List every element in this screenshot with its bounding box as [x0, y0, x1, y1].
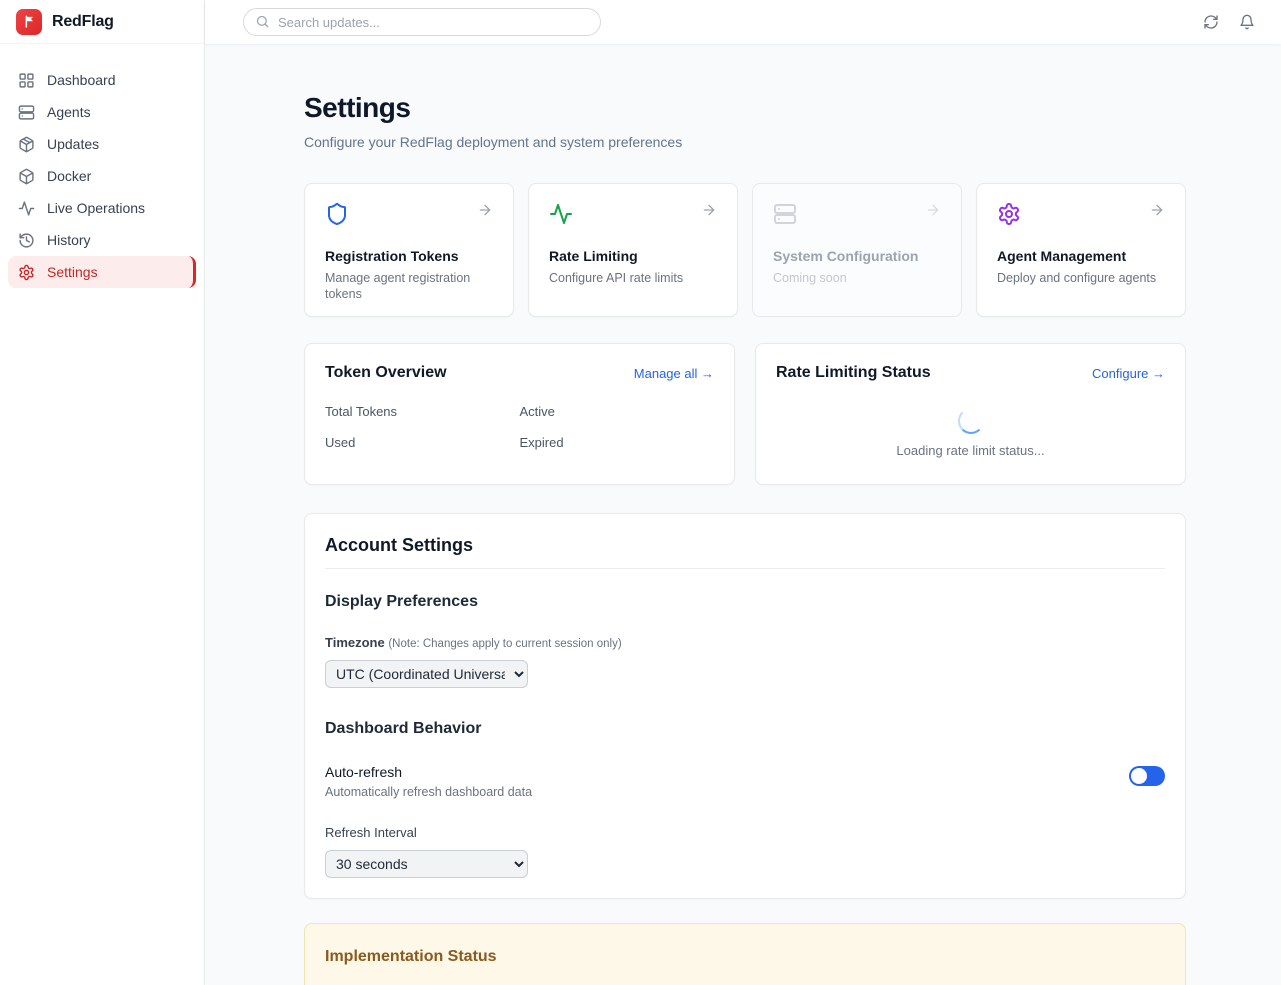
- sidebar-item-live-operations[interactable]: Live Operations: [8, 192, 196, 224]
- topbar: [205, 0, 1281, 44]
- arrow-right-icon: [1149, 202, 1165, 218]
- sidebar-item-label: Live Operations: [47, 200, 145, 216]
- dashboard-behavior-heading: Dashboard Behavior: [325, 720, 1165, 738]
- card-description: Manage agent registration tokens: [325, 270, 493, 303]
- card-description: Coming soon: [773, 270, 941, 286]
- sidebar-header: RedFlag: [0, 0, 204, 44]
- card-agent-management[interactable]: Agent Management Deploy and configure ag…: [976, 183, 1186, 317]
- activity-icon: [18, 200, 35, 217]
- auto-refresh-text: Auto-refresh Automatically refresh dashb…: [325, 764, 532, 799]
- loading-box: Loading rate limit status...: [776, 408, 1165, 458]
- search-icon: [255, 14, 270, 29]
- account-settings-title: Account Settings: [325, 535, 1165, 569]
- sidebar-item-docker[interactable]: Docker: [8, 160, 196, 192]
- sidebar-item-label: Dashboard: [47, 72, 116, 88]
- timezone-select[interactable]: UTC (Coordinated Universal Time): [325, 660, 528, 688]
- loading-text: Loading rate limit status...: [896, 443, 1044, 458]
- page-subtitle: Configure your RedFlag deployment and sy…: [304, 134, 1186, 150]
- timezone-label-row: Timezone (Note: Changes apply to current…: [325, 635, 1165, 650]
- refresh-interval-label: Refresh Interval: [325, 825, 1165, 840]
- topbar-actions: [1203, 14, 1255, 30]
- sidebar-item-label: Docker: [47, 168, 91, 184]
- auto-refresh-row: Auto-refresh Automatically refresh dashb…: [325, 764, 1165, 799]
- brand-name: RedFlag: [52, 13, 114, 31]
- auto-refresh-label: Auto-refresh: [325, 764, 532, 780]
- stat-used: Used: [325, 435, 520, 450]
- stat-active: Active: [520, 404, 715, 419]
- token-overview-panel: Token Overview Manage all → Total Tokens…: [304, 343, 735, 485]
- card-title: Registration Tokens: [325, 248, 493, 264]
- page-title: Settings: [304, 92, 1186, 124]
- sidebar-item-label: History: [47, 232, 91, 248]
- auto-refresh-description: Automatically refresh dashboard data: [325, 785, 532, 799]
- overview-row: Token Overview Manage all → Total Tokens…: [304, 343, 1186, 485]
- server-icon: [773, 202, 797, 226]
- rate-status-title: Rate Limiting Status: [776, 364, 931, 382]
- card-registration-tokens[interactable]: Registration Tokens Manage agent registr…: [304, 183, 514, 317]
- sidebar-item-label: Agents: [47, 104, 91, 120]
- sidebar-item-updates[interactable]: Updates: [8, 128, 196, 160]
- history-clock-icon: [18, 232, 35, 249]
- configure-link[interactable]: Configure →: [1092, 366, 1165, 381]
- token-overview-title: Token Overview: [325, 364, 447, 382]
- app-window: RedFlag Dashboard Agents Updates: [0, 0, 1281, 985]
- bell-icon[interactable]: [1239, 14, 1255, 30]
- shield-icon: [325, 202, 349, 226]
- implementation-status-title: Implementation Status: [325, 948, 1165, 966]
- arrow-right-icon: [701, 202, 717, 218]
- timezone-label: Timezone: [325, 635, 385, 650]
- loading-spinner-icon: [958, 408, 984, 434]
- sidebar-item-label: Settings: [47, 264, 98, 280]
- settings-cards: Registration Tokens Manage agent registr…: [304, 183, 1186, 317]
- gear-icon: [18, 264, 35, 281]
- search-wrap: [243, 8, 601, 36]
- card-rate-limiting[interactable]: Rate Limiting Configure API rate limits: [528, 183, 738, 317]
- arrow-right-icon: [477, 202, 493, 218]
- sidebar-item-history[interactable]: History: [8, 224, 196, 256]
- stat-total-tokens: Total Tokens: [325, 404, 520, 419]
- card-title: Rate Limiting: [549, 248, 717, 264]
- card-title: Agent Management: [997, 248, 1165, 264]
- main-area: Settings Configure your RedFlag deployme…: [205, 0, 1281, 985]
- manage-all-link[interactable]: Manage all →: [634, 366, 714, 381]
- search-input[interactable]: [243, 8, 601, 36]
- card-description: Configure API rate limits: [549, 270, 717, 286]
- sidebar-nav: Dashboard Agents Updates Docker: [0, 44, 204, 288]
- auto-refresh-toggle[interactable]: [1129, 766, 1165, 786]
- sidebar-item-label: Updates: [47, 136, 99, 152]
- dashboard-grid-icon: [18, 72, 35, 89]
- sidebar-item-settings[interactable]: Settings: [8, 256, 196, 288]
- timezone-note: (Note: Changes apply to current session …: [388, 638, 621, 650]
- container-box-icon: [18, 168, 35, 185]
- refresh-icon[interactable]: [1203, 14, 1219, 30]
- toggle-knob: [1131, 768, 1147, 784]
- sidebar-item-agents[interactable]: Agents: [8, 96, 196, 128]
- sidebar: RedFlag Dashboard Agents Updates: [0, 0, 205, 985]
- stat-expired: Expired: [520, 435, 715, 450]
- rate-limiting-status-panel: Rate Limiting Status Configure → Loading…: [755, 343, 1186, 485]
- arrow-right-icon: [925, 202, 941, 218]
- card-title: System Configuration: [773, 248, 941, 264]
- account-settings-card: Account Settings Display Preferences Tim…: [304, 513, 1186, 899]
- gear-icon: [997, 202, 1021, 226]
- card-description: Deploy and configure agents: [997, 270, 1165, 286]
- server-icon: [18, 104, 35, 121]
- sidebar-item-dashboard[interactable]: Dashboard: [8, 64, 196, 96]
- activity-icon: [549, 202, 573, 226]
- display-preferences-heading: Display Preferences: [325, 593, 1165, 611]
- package-icon: [18, 136, 35, 153]
- implementation-status-panel: Implementation Status ✔ Implemented Feat…: [304, 923, 1186, 985]
- refresh-interval-select[interactable]: 30 seconds: [325, 850, 528, 878]
- redflag-logo-icon: [16, 9, 42, 35]
- settings-page: Settings Configure your RedFlag deployme…: [205, 44, 1281, 985]
- card-system-configuration: System Configuration Coming soon: [752, 183, 962, 317]
- token-stats: Total Tokens Active Used Expired: [325, 404, 714, 450]
